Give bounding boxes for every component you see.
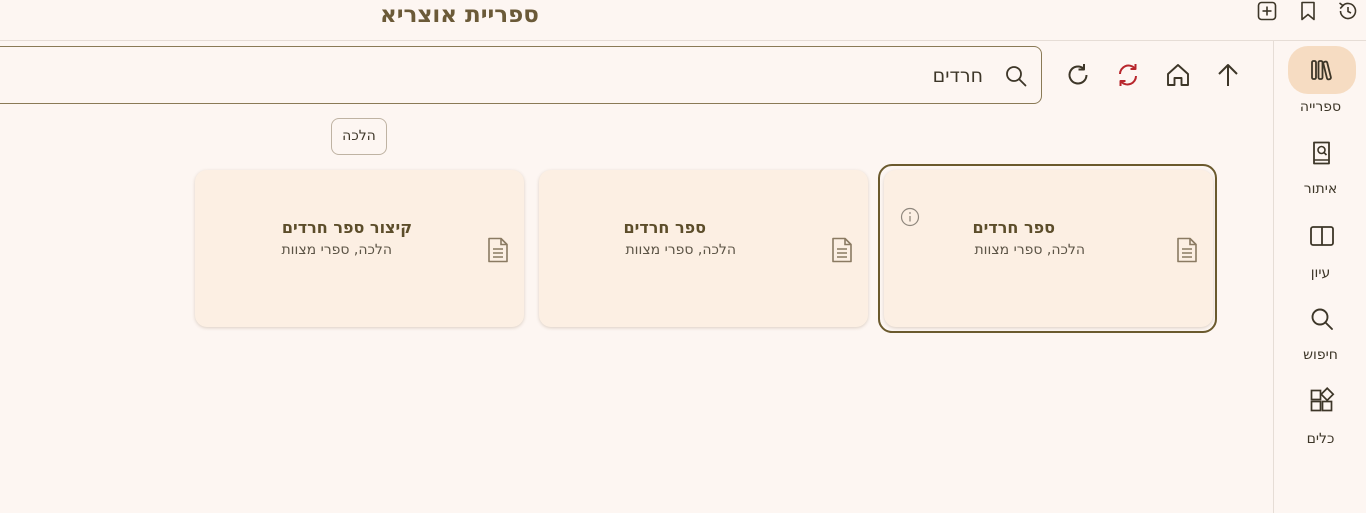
find-ref-icon [1308,139,1336,167]
result-card[interactable]: ספר חרדים הלכה, ספרי מצוות [884,170,1213,327]
nav-item-tools[interactable]: כלים [1274,381,1366,451]
book-open-icon [1308,222,1336,250]
result-card[interactable]: קיצור ספר חרדים הלכה, ספרי מצוות [195,170,524,327]
card-title: ספר חרדים [623,218,706,237]
nav-item-search[interactable]: חיפוש [1274,297,1366,367]
result-card[interactable]: ספר חרדים הלכה, ספרי מצוות [539,170,868,327]
sync-icon[interactable] [1114,61,1142,89]
add-tab-icon[interactable] [1256,0,1278,22]
nav-item-study[interactable]: עיון [1274,213,1366,283]
search-input[interactable] [81,61,985,91]
nav-item-library[interactable]: ספרייה [1274,41,1366,121]
info-icon[interactable] [900,207,920,227]
nav-item-find-ref[interactable]: איתור [1274,131,1366,201]
card-title: קיצור ספר חרדים [281,218,412,237]
up-arrow-icon[interactable] [1214,61,1242,89]
search-box [0,46,1042,104]
card-subtitle: הלכה, ספרי מצוות [625,242,736,258]
document-icon [486,236,510,264]
top-bar: ספריית אוצריא [0,0,1366,41]
nav-label-library: ספרייה [1299,99,1342,115]
app-title: ספריית אוצריא [380,2,539,28]
nav-label-find-ref: איתור [1303,181,1338,197]
search-icon [1308,305,1336,333]
nav-label-search: חיפוש [1303,347,1338,363]
document-icon [830,236,854,264]
tools-icon [1308,387,1336,415]
refresh-icon[interactable] [1064,61,1092,89]
card-subtitle: הלכה, ספרי מצוות [974,242,1085,258]
nav-rail: ספרייה איתור עיון חיפוש כלים [1273,41,1366,513]
search-field-icon [1003,63,1029,89]
nav-label-tools: כלים [1306,431,1335,447]
nav-label-study: עיון [1310,265,1331,281]
library-icon [1308,56,1336,84]
bookmark-icon[interactable] [1297,0,1319,22]
document-icon [1175,236,1199,264]
card-title: ספר חרדים [972,218,1055,237]
home-icon[interactable] [1164,61,1192,89]
filter-chip-halacha[interactable]: הלכה [331,118,387,155]
history-icon[interactable] [1337,0,1359,22]
card-subtitle: הלכה, ספרי מצוות [281,242,392,258]
